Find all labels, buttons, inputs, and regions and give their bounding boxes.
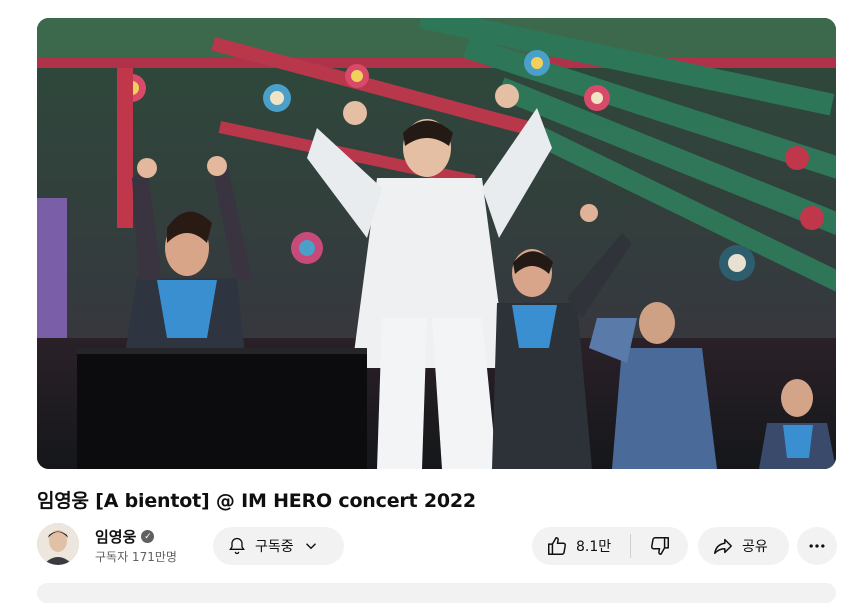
video-frame bbox=[37, 18, 836, 469]
like-count: 8.1만 bbox=[576, 539, 612, 555]
like-button[interactable]: 8.1만 bbox=[532, 527, 630, 565]
dislike-button[interactable] bbox=[631, 527, 688, 565]
channel-name[interactable]: 임영웅 bbox=[95, 526, 136, 547]
thumbs-up-icon bbox=[546, 535, 568, 557]
bell-icon bbox=[227, 536, 247, 556]
share-arrow-icon bbox=[712, 535, 734, 557]
description-box[interactable] bbox=[37, 583, 836, 603]
subscribe-button[interactable]: 구독중 bbox=[213, 527, 344, 565]
video-title: 임영웅 [A bientot] @ IM HERO concert 2022 bbox=[37, 490, 476, 512]
share-label: 공유 bbox=[742, 539, 768, 555]
channel-name-row[interactable]: 임영웅 ✓ bbox=[95, 526, 155, 547]
verified-check-icon: ✓ bbox=[141, 530, 155, 543]
share-button[interactable]: 공유 bbox=[698, 527, 789, 565]
video-player[interactable] bbox=[37, 18, 836, 469]
subscriber-count: 구독자 171만명 bbox=[95, 550, 177, 564]
more-actions-button[interactable] bbox=[797, 527, 837, 565]
like-dislike-group: 8.1만 bbox=[532, 527, 688, 565]
more-horizontal-icon bbox=[807, 536, 827, 556]
avatar-image bbox=[37, 523, 79, 565]
thumbs-down-icon bbox=[649, 535, 671, 557]
subscribe-label: 구독중 bbox=[255, 539, 294, 555]
channel-avatar[interactable] bbox=[37, 523, 79, 565]
chevron-down-icon bbox=[302, 537, 320, 555]
